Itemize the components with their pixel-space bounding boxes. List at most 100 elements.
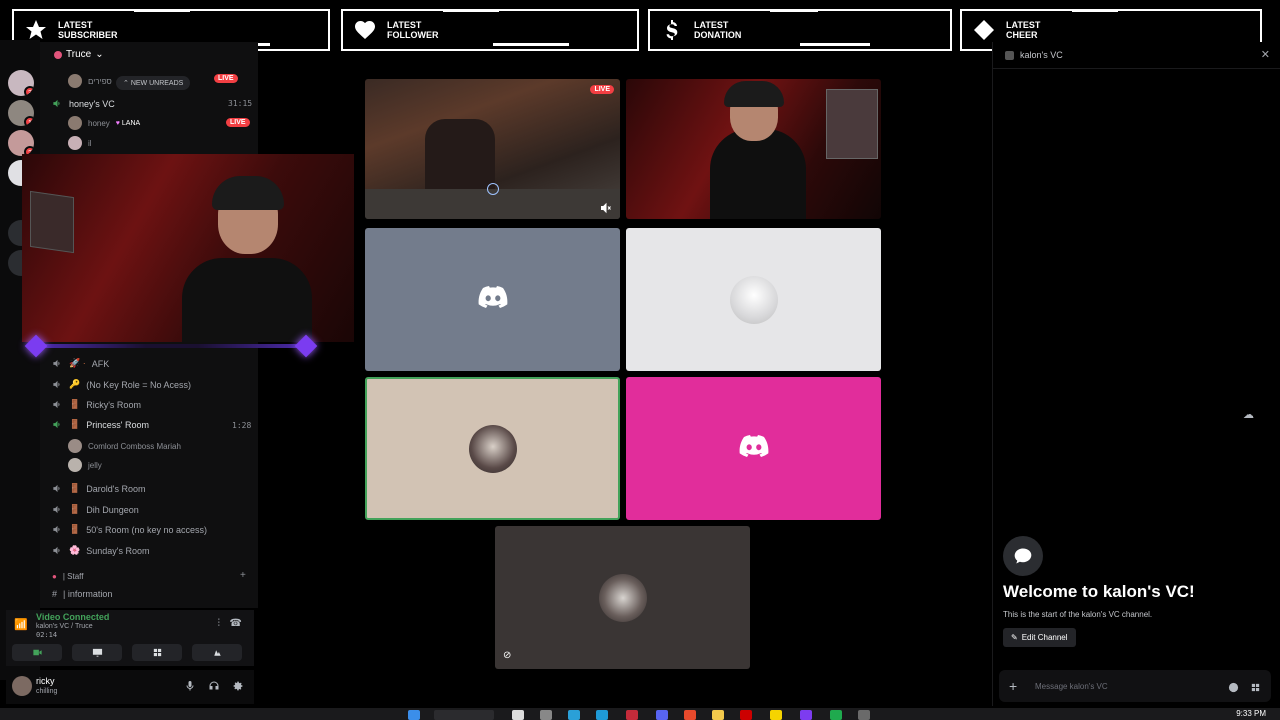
emoji-icon[interactable] bbox=[1228, 680, 1239, 693]
speaker-icon bbox=[52, 504, 63, 515]
text-channel-information[interactable]: # | information bbox=[52, 589, 112, 599]
camera-button[interactable] bbox=[12, 644, 62, 661]
voice-channel-50s-room[interactable]: 🚪 50's Room (no key no access) bbox=[52, 524, 207, 535]
avatar bbox=[68, 74, 82, 88]
voice-member[interactable]: Comlord Comboss Mariah bbox=[68, 439, 181, 453]
disconnect-icon[interactable]: ☎ bbox=[230, 618, 242, 629]
video-tile-participant[interactable] bbox=[365, 228, 620, 371]
voice-location[interactable]: kalon's VC / Truce bbox=[36, 623, 93, 630]
server-icon[interactable]: 1 bbox=[8, 100, 34, 126]
volume-muted-icon[interactable] bbox=[600, 201, 612, 214]
voice-connected-panel: 📶 Video Connected kalon's VC / Truce 02:… bbox=[6, 610, 254, 666]
hash-icon: # bbox=[52, 589, 58, 599]
mascot-icon: ☁ bbox=[1243, 409, 1254, 421]
voice-member[interactable]: honey ♥ LANA bbox=[68, 116, 140, 130]
app-icon[interactable] bbox=[568, 710, 580, 720]
signal-icon[interactable]: 📶 bbox=[14, 618, 28, 631]
server-rail: 3 1 2 bbox=[0, 40, 40, 680]
voice-member[interactable]: il bbox=[68, 136, 92, 150]
monitor bbox=[826, 89, 878, 159]
noise-suppression-icon[interactable]: ⫶ bbox=[218, 618, 221, 629]
video-tile-game-stream[interactable]: LIVE bbox=[365, 79, 620, 219]
voice-channel-no-key-role[interactable]: 🔑 (No Key Role = No Acess) bbox=[52, 379, 191, 390]
new-unreads-pill[interactable]: ⌃ NEW UNREADS bbox=[116, 76, 191, 90]
voice-channel-rickys-room[interactable]: 🚪 Ricky's Room bbox=[52, 399, 141, 410]
video-tile-participant-speaking[interactable] bbox=[365, 377, 620, 520]
server-icon[interactable]: 2 bbox=[8, 130, 34, 156]
voice-timer: 31:15 bbox=[228, 99, 253, 108]
avatar bbox=[729, 275, 778, 324]
gear-icon[interactable] bbox=[232, 679, 244, 697]
app-icon[interactable] bbox=[770, 710, 782, 720]
username: ricky bbox=[36, 676, 55, 686]
app-icon[interactable] bbox=[800, 710, 812, 720]
avatar bbox=[68, 439, 82, 453]
activities-button[interactable] bbox=[132, 644, 182, 661]
pencil-icon: ✎ bbox=[1011, 633, 1018, 642]
dollar-icon bbox=[658, 16, 686, 44]
avatar bbox=[68, 116, 82, 130]
voice-member[interactable]: ספירים bbox=[68, 74, 112, 88]
chat-bubble-icon bbox=[1003, 536, 1043, 576]
avatar[interactable] bbox=[12, 676, 32, 696]
microphone-icon[interactable] bbox=[184, 679, 196, 697]
voice-timer: 1:28 bbox=[232, 421, 252, 430]
taskbar-clock[interactable]: 9:33 PM bbox=[1236, 709, 1266, 718]
category-staff[interactable]: ● | Staff bbox=[52, 572, 83, 581]
screen-share-button[interactable] bbox=[72, 644, 122, 661]
mention-badge: 1 bbox=[24, 116, 34, 126]
message-input[interactable] bbox=[1035, 678, 1215, 694]
gem-icon bbox=[294, 334, 318, 358]
mention-badge: 3 bbox=[24, 86, 34, 96]
category-icon: ● bbox=[52, 572, 57, 581]
apps-icon[interactable] bbox=[1250, 680, 1261, 692]
live-badge: LIVE bbox=[590, 85, 614, 94]
app-icon[interactable] bbox=[830, 710, 842, 720]
avatar bbox=[68, 458, 82, 472]
start-icon[interactable] bbox=[408, 710, 420, 720]
voice-channel-sundays-room[interactable]: 🌸 Sunday's Room bbox=[52, 545, 149, 556]
discord-logo-icon bbox=[739, 435, 769, 462]
soundboard-button[interactable] bbox=[192, 644, 242, 661]
voice-channel-afk[interactable]: 🚀 · AFK bbox=[52, 358, 109, 369]
folder-icon[interactable] bbox=[712, 710, 724, 720]
alert-latest-follower: Latest Follower bbox=[341, 9, 639, 51]
attach-plus-icon[interactable]: + bbox=[1009, 678, 1017, 694]
user-status: chilling bbox=[36, 688, 58, 695]
voice-channel-darolds-room[interactable]: 🚪 Darold's Room bbox=[52, 483, 145, 494]
voice-member[interactable]: jelly bbox=[68, 458, 102, 472]
video-tile-participant[interactable] bbox=[626, 377, 881, 520]
voice-channel-princess-room[interactable]: 🚪 Princess' Room bbox=[52, 419, 149, 430]
speaker-icon bbox=[52, 358, 63, 369]
app-icon[interactable] bbox=[740, 710, 752, 720]
server-icon[interactable]: 3 bbox=[8, 70, 34, 96]
taskbar-search[interactable] bbox=[434, 710, 494, 720]
app-icon[interactable] bbox=[626, 710, 638, 720]
server-header[interactable]: Truce ⌄ bbox=[54, 49, 104, 60]
app-icon[interactable] bbox=[596, 710, 608, 720]
video-tile-webcam[interactable] bbox=[626, 79, 881, 219]
gem-icon bbox=[24, 334, 48, 358]
add-channel-icon[interactable]: + bbox=[240, 570, 246, 581]
close-icon[interactable]: ✕ bbox=[1261, 48, 1270, 61]
voice-channel-honeys-vc[interactable]: honey's VC bbox=[52, 98, 115, 109]
app-icon[interactable] bbox=[684, 710, 696, 720]
app-icon[interactable] bbox=[858, 710, 870, 720]
speaker-icon bbox=[52, 483, 63, 494]
crosshair-icon bbox=[487, 183, 499, 195]
video-tile-participant[interactable]: ⊘ bbox=[495, 526, 750, 669]
edit-channel-button[interactable]: ✎ Edit Channel bbox=[1003, 628, 1076, 647]
app-icon[interactable] bbox=[512, 710, 524, 720]
speaker-icon bbox=[52, 545, 63, 556]
camera-off-icon: ⊘ bbox=[503, 650, 512, 661]
app-icon[interactable] bbox=[540, 710, 552, 720]
webcam-frame-decoration bbox=[22, 334, 322, 358]
video-tile-participant[interactable] bbox=[626, 228, 881, 371]
streamer-webcam-overlay bbox=[22, 154, 354, 342]
speaker-icon bbox=[52, 98, 63, 109]
voice-elapsed: 02:14 bbox=[36, 631, 58, 639]
headphones-icon[interactable] bbox=[208, 679, 220, 697]
speaker-icon bbox=[52, 524, 63, 535]
voice-channel-dih-dungeon[interactable]: 🚪 Dih Dungeon bbox=[52, 504, 139, 515]
discord-taskbar-icon[interactable] bbox=[656, 710, 668, 720]
